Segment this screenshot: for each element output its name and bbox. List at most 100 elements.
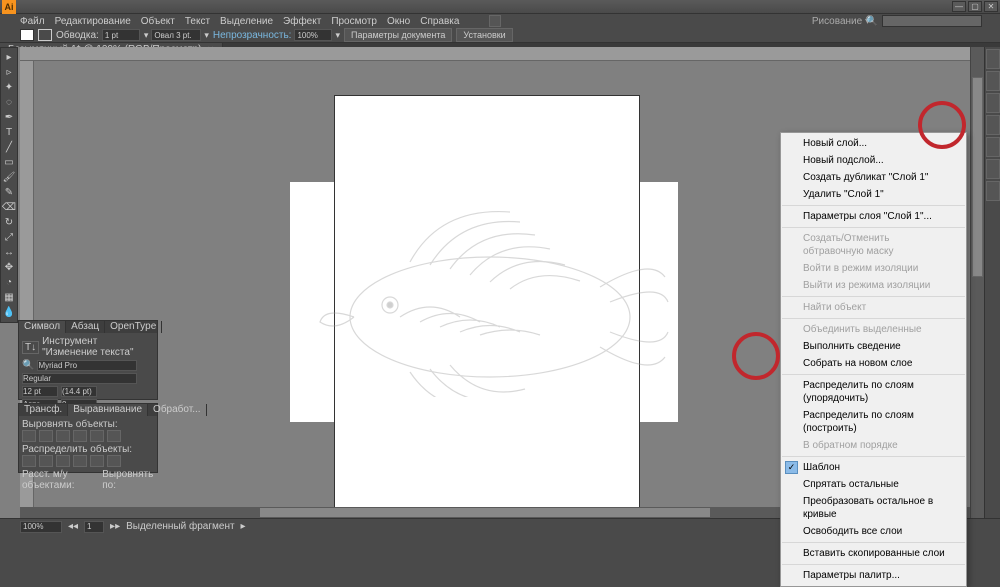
menu-item[interactable]: Вставить скопированные слои	[781, 545, 966, 562]
align-left-button[interactable]	[22, 430, 36, 442]
tab-align[interactable]: Выравнивание	[68, 404, 148, 416]
align-hcenter-button[interactable]	[39, 430, 53, 442]
layers-panel-icon[interactable]	[986, 181, 1000, 201]
tab-transform[interactable]: Трансф.	[19, 404, 68, 416]
color-panel-icon[interactable]	[986, 49, 1000, 69]
dist-hcenter-button[interactable]	[90, 455, 104, 467]
dist-right-button[interactable]	[107, 455, 121, 467]
settings-button[interactable]: Установки	[456, 28, 512, 42]
opacity-label: Непрозрачность:	[213, 30, 292, 41]
menu-item[interactable]: Выполнить сведение	[781, 338, 966, 355]
brush-input[interactable]	[151, 29, 201, 41]
artboard-nav-next[interactable]: ▸▸	[110, 521, 120, 532]
artboard-number-input[interactable]	[84, 521, 104, 533]
menu-text[interactable]: Текст	[185, 16, 210, 27]
menu-item[interactable]: Освободить все слои	[781, 523, 966, 540]
dist-bottom-button[interactable]	[56, 455, 70, 467]
symbols-panel-icon[interactable]	[986, 115, 1000, 135]
artboard-nav-prev[interactable]: ◂◂	[68, 521, 78, 532]
paintbrush-tool[interactable]: 🖌	[1, 170, 17, 185]
eraser-tool[interactable]: ⌫	[1, 200, 17, 215]
dist-top-button[interactable]	[22, 455, 36, 467]
pen-tool[interactable]: ✒	[1, 110, 17, 125]
menu-item[interactable]: Распределить по слоям (упорядочить)	[781, 377, 966, 407]
fill-swatch[interactable]	[20, 29, 34, 41]
scroll-thumb-v[interactable]	[972, 77, 983, 277]
menu-window[interactable]: Окно	[387, 16, 410, 27]
menu-item[interactable]: Параметры слоя "Слой 1"...	[781, 208, 966, 225]
brushes-panel-icon[interactable]	[986, 93, 1000, 113]
menu-help[interactable]: Справка	[420, 16, 459, 27]
rectangle-tool[interactable]: ▭	[1, 155, 17, 170]
eyedropper-tool[interactable]: 💧	[1, 305, 17, 320]
magic-wand-tool[interactable]: ✦	[1, 80, 17, 95]
type-tool[interactable]: T	[1, 125, 17, 140]
gradient-panel-icon[interactable]	[986, 159, 1000, 179]
rotate-tool[interactable]: ↻	[1, 215, 17, 230]
tab-paragraph[interactable]: Абзац	[66, 321, 105, 333]
menu-item: Создать/Отменить обтравочную маску	[781, 230, 966, 260]
tab-opentype[interactable]: OpenType	[105, 321, 162, 333]
doc-params-button[interactable]: Параметры документа	[344, 28, 452, 42]
font-size-input[interactable]	[22, 386, 58, 397]
tab-character[interactable]: Символ	[19, 321, 66, 333]
align-right-button[interactable]	[56, 430, 70, 442]
swatches-panel-icon[interactable]	[986, 71, 1000, 91]
maximize-button[interactable]: ▢	[968, 1, 982, 12]
dist-vcenter-button[interactable]	[39, 455, 53, 467]
status-dropdown-icon[interactable]: ▸	[241, 521, 246, 532]
align-vcenter-button[interactable]	[90, 430, 104, 442]
artboard[interactable]	[334, 95, 640, 533]
direct-selection-tool[interactable]: ▹	[1, 65, 17, 80]
align-bottom-button[interactable]	[107, 430, 121, 442]
menu-item[interactable]: Шаблон✓	[781, 459, 966, 476]
scrollbar-vertical[interactable]	[970, 47, 984, 518]
dist-left-button[interactable]	[73, 455, 87, 467]
scale-tool[interactable]: ⤢	[1, 230, 17, 245]
layout-icon[interactable]	[489, 15, 501, 27]
stroke-panel-icon[interactable]	[986, 137, 1000, 157]
menu-item[interactable]: Новый подслой...	[781, 152, 966, 169]
zoom-input[interactable]	[20, 521, 62, 533]
ruler-horizontal[interactable]	[20, 47, 984, 61]
lasso-tool[interactable]: ◌	[1, 95, 17, 110]
workspace-switcher[interactable]: Рисование ▾	[812, 16, 870, 27]
pencil-tool[interactable]: ✎	[1, 185, 17, 200]
menu-item[interactable]: Спрятать остальные	[781, 476, 966, 493]
line-tool[interactable]: ╱	[1, 140, 17, 155]
menu-separator	[782, 456, 965, 457]
search-input[interactable]	[882, 15, 982, 27]
stroke-swatch[interactable]	[38, 29, 52, 41]
menu-view[interactable]: Просмотр	[331, 16, 377, 27]
right-dock	[984, 47, 1000, 518]
minimize-button[interactable]: —	[952, 1, 966, 12]
scroll-thumb-h[interactable]	[260, 508, 710, 517]
close-button[interactable]: ✕	[984, 1, 998, 12]
font-style-input[interactable]	[22, 373, 137, 384]
menu-item[interactable]: Удалить "Слой 1"	[781, 186, 966, 203]
menu-item[interactable]: Собрать на новом слое	[781, 355, 966, 372]
toolbox: ▸ ▹ ✦ ◌ ✒ T ╱ ▭ 🖌 ✎ ⌫ ↻ ⤢ ↔ ✥ ◔ ▦ 💧	[0, 47, 18, 323]
menu-object[interactable]: Объект	[141, 16, 175, 27]
free-transform-tool[interactable]: ✥	[1, 260, 17, 275]
align-top-button[interactable]	[73, 430, 87, 442]
menu-item[interactable]: Преобразовать остальное в кривые	[781, 493, 966, 523]
selection-tool[interactable]: ▸	[1, 50, 17, 65]
font-family-input[interactable]	[37, 360, 137, 371]
shape-builder-tool[interactable]: ◔	[1, 275, 17, 290]
menu-effect[interactable]: Эффект	[283, 16, 321, 27]
menu-item[interactable]: Параметры палитр...	[781, 567, 966, 584]
tab-pathfinder[interactable]: Обработ...	[148, 404, 207, 416]
stroke-weight-input[interactable]	[102, 29, 140, 41]
menu-edit[interactable]: Редактирование	[55, 16, 131, 27]
menu-item[interactable]: Создать дубликат "Слой 1"	[781, 169, 966, 186]
gradient-tool[interactable]: ▦	[1, 290, 17, 305]
menu-file[interactable]: Файл	[20, 16, 45, 27]
menu-select[interactable]: Выделение	[220, 16, 273, 27]
opacity-input[interactable]	[294, 29, 332, 41]
leading-input[interactable]	[61, 386, 97, 397]
menu-item[interactable]: Новый слой...	[781, 135, 966, 152]
app-logo: Ai	[2, 0, 16, 14]
menu-item[interactable]: Распределить по слоям (построить)	[781, 407, 966, 437]
width-tool[interactable]: ↔	[1, 245, 17, 260]
